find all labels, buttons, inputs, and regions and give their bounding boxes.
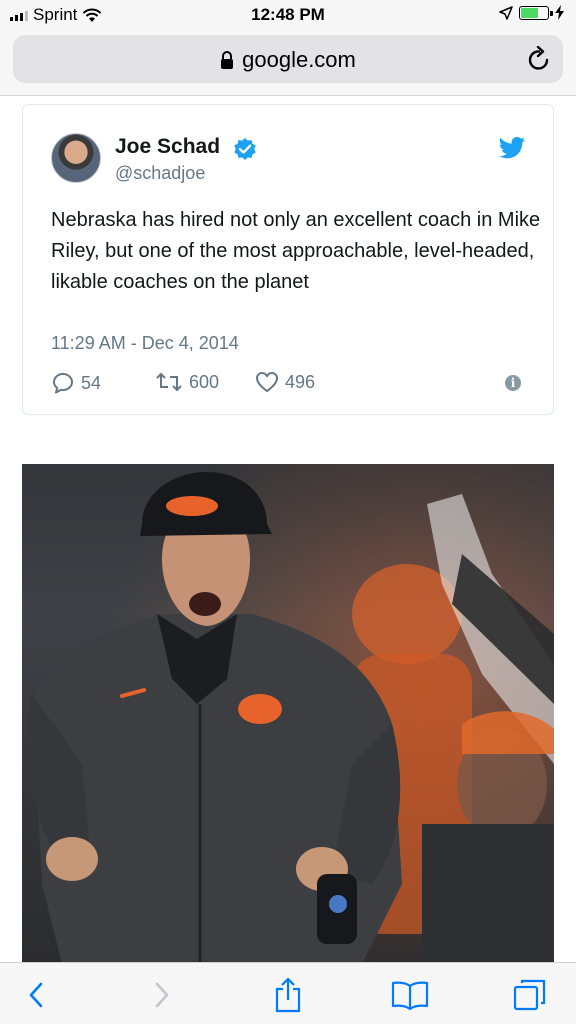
safari-toolbar	[0, 962, 576, 1024]
charging-bolt-icon	[555, 5, 564, 20]
status-right	[499, 5, 564, 20]
author-name[interactable]: Joe Schad	[115, 135, 220, 159]
reply-count: 54	[81, 372, 102, 393]
embedded-tweet[interactable]: Joe Schad @schadjoe Nebraska has hired n…	[22, 104, 554, 415]
reload-icon[interactable]	[527, 46, 551, 72]
tabs-icon	[513, 979, 546, 1011]
like-button[interactable]: 496	[255, 371, 315, 393]
battery-icon	[519, 5, 553, 20]
forward-button[interactable]	[142, 975, 182, 1015]
share-icon	[275, 977, 301, 1013]
retweet-count: 600	[189, 371, 220, 392]
tweet-timestamp[interactable]: 11:29 AM - Dec 4, 2014	[51, 333, 239, 354]
bookmarks-button[interactable]	[390, 975, 430, 1015]
share-button[interactable]	[268, 975, 308, 1015]
address-bar[interactable]: google.com	[13, 35, 563, 83]
url-text: google.com	[242, 47, 356, 72]
coach-photo-illustration	[22, 464, 554, 964]
book-icon	[391, 981, 429, 1010]
lock-icon	[221, 51, 234, 69]
location-arrow-icon	[499, 5, 513, 20]
avatar[interactable]	[51, 133, 101, 183]
status-bar: Sprint 12:48 PM	[0, 0, 576, 30]
tabs-button[interactable]	[510, 975, 550, 1015]
chevron-right-icon	[155, 982, 169, 1008]
tweet-text: Nebraska has hired not only an excellent…	[51, 209, 541, 293]
info-icon[interactable]: i	[505, 375, 521, 391]
screen: Sprint 12:48 PM google.com Joe Schad @sc…	[0, 0, 576, 1024]
address-bar-content: google.com	[13, 47, 563, 73]
browser-header: google.com	[0, 30, 576, 96]
back-button[interactable]	[16, 975, 56, 1015]
heart-icon	[256, 372, 278, 392]
like-count: 496	[285, 371, 316, 392]
retweet-button[interactable]: 600	[155, 371, 219, 393]
twitter-bird-icon[interactable]	[499, 137, 525, 159]
chevron-left-icon	[29, 982, 43, 1008]
status-time: 12:48 PM	[251, 5, 325, 24]
reply-button[interactable]: 54	[51, 371, 101, 395]
reply-icon	[53, 373, 73, 394]
author-handle[interactable]: @schadjoe	[115, 163, 205, 184]
tweet-actions: 54 600 496 i	[51, 371, 527, 397]
retweet-icon	[156, 373, 182, 391]
coach-photo[interactable]	[22, 464, 554, 964]
verified-badge-icon	[234, 138, 256, 160]
